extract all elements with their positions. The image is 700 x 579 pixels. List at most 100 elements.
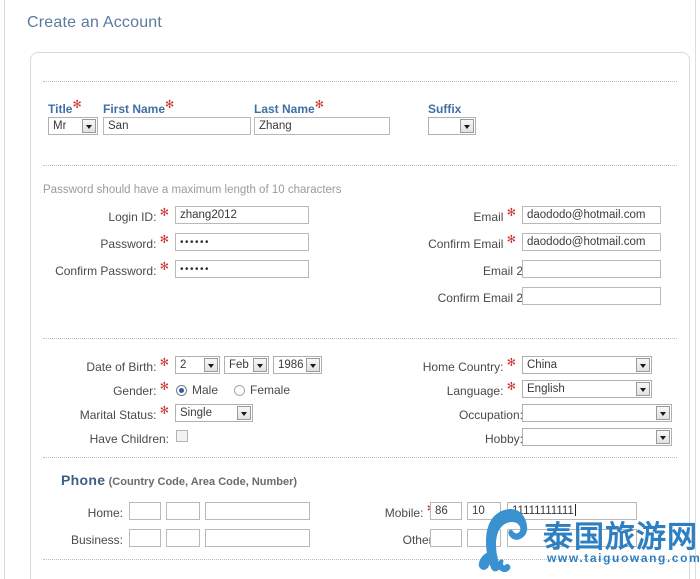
business-phone-label: Business:	[70, 533, 123, 547]
home-phone-label: Home:	[87, 506, 123, 520]
chevron-down-icon	[636, 382, 650, 396]
phone-heading-text: Phone	[61, 472, 106, 488]
language-value: English	[527, 383, 565, 395]
separator-personal-phone	[43, 457, 677, 458]
hobby-select[interactable]	[522, 428, 672, 446]
phone-section-heading: Phone (Country Code, Area Code, Number)	[61, 472, 297, 488]
other-phone-area-code-input[interactable]	[467, 529, 501, 547]
marital-status-value: Single	[180, 407, 212, 419]
form-page: Create an Account Title✻ Mr First Name✻ …	[4, 0, 700, 579]
separator-name-account	[43, 165, 677, 166]
have-children-checkbox[interactable]	[176, 430, 188, 442]
email2-label: Email 2	[482, 264, 523, 278]
home-phone-country-code-input[interactable]	[129, 502, 161, 520]
occupation-label: Occupation:	[458, 408, 523, 422]
dob-label: Date of Birth: ✻	[86, 357, 169, 375]
occupation-select[interactable]	[522, 404, 672, 422]
first-name-field-label: First Name✻	[103, 99, 175, 117]
dob-year-select[interactable]: 1986	[273, 356, 322, 374]
chevron-down-icon	[237, 406, 251, 420]
chevron-down-icon	[460, 119, 474, 133]
confirm-password-input[interactable]	[175, 260, 309, 278]
required-marker: ✻	[72, 99, 82, 111]
email-input[interactable]	[522, 206, 661, 224]
language-select[interactable]: English	[522, 380, 652, 398]
home-phone-area-code-input[interactable]	[166, 502, 200, 520]
required-marker: ✻	[506, 357, 516, 369]
required-marker: ✻	[159, 234, 169, 246]
confirm-password-label: Confirm Password: ✻	[55, 261, 169, 279]
title-select-value: Mr	[53, 120, 67, 132]
home-phone-number-input[interactable]	[205, 502, 310, 520]
chevron-down-icon	[82, 119, 96, 133]
confirm-email2-label: Confirm Email 2	[437, 291, 523, 305]
confirm-email-input[interactable]	[522, 233, 661, 251]
chevron-down-icon	[656, 430, 670, 444]
home-country-label: Home Country: ✻	[422, 357, 516, 375]
password-hint: Password should have a maximum length of…	[43, 184, 342, 196]
hobby-label: Hobby:	[484, 432, 523, 446]
required-marker: ✻	[159, 381, 169, 393]
last-name-field-label: Last Name✻	[254, 99, 324, 117]
mobile-phone-area-code-input[interactable]	[467, 502, 501, 520]
chevron-down-icon	[306, 358, 320, 372]
email-label: Email ✻	[473, 207, 516, 225]
dob-year-value: 1986	[278, 359, 304, 371]
home-country-value: China	[527, 359, 558, 371]
login-id-label: Login ID: ✻	[108, 207, 169, 225]
gender-male-radio[interactable]	[176, 385, 187, 396]
language-label: Language: ✻	[446, 381, 516, 399]
other-phone-country-code-input[interactable]	[430, 529, 462, 547]
account-form-panel: Title✻ Mr First Name✻ Last Name✻ Suffix …	[30, 52, 690, 579]
required-marker: ✻	[506, 234, 516, 246]
email2-input[interactable]	[522, 260, 661, 278]
separator-account-personal	[43, 338, 677, 339]
business-phone-number-input[interactable]	[205, 529, 310, 547]
business-phone-country-code-input[interactable]	[129, 529, 161, 547]
first-name-input[interactable]	[103, 117, 251, 135]
page-title: Create an Account	[27, 14, 163, 31]
login-id-input[interactable]	[175, 206, 309, 224]
mobile-phone-number-value: 11111111111	[512, 505, 574, 517]
marital-status-label: Marital Status: ✻	[79, 405, 169, 423]
other-phone-number-input[interactable]	[507, 529, 637, 547]
suffix-select[interactable]	[428, 117, 476, 135]
required-marker: ✻	[165, 99, 175, 111]
required-marker: ✻	[159, 261, 169, 273]
last-name-input[interactable]	[254, 117, 390, 135]
required-marker: ✻	[506, 381, 516, 393]
dob-day-value: 2	[180, 359, 187, 371]
required-marker: ✻	[314, 99, 324, 111]
have-children-label: Have Children:	[89, 432, 169, 446]
title-field-label: Title✻	[48, 99, 82, 117]
mobile-phone-number-input[interactable]: 11111111111	[507, 502, 637, 520]
chevron-down-icon	[204, 358, 218, 372]
dob-month-select[interactable]: Feb	[224, 356, 269, 374]
title-select[interactable]: Mr	[48, 117, 98, 135]
required-marker: ✻	[159, 405, 169, 417]
required-marker: ✻	[159, 357, 169, 369]
marital-status-select[interactable]: Single	[175, 404, 253, 422]
required-marker: ✻	[159, 207, 169, 219]
required-marker: ✻	[506, 207, 516, 219]
confirm-email2-input[interactable]	[522, 287, 661, 305]
chevron-down-icon	[253, 358, 267, 372]
password-input[interactable]	[175, 233, 309, 251]
suffix-field-label: Suffix	[428, 102, 462, 116]
separator-bottom	[43, 559, 677, 560]
mobile-phone-country-code-input[interactable]	[430, 502, 462, 520]
chevron-down-icon	[636, 358, 650, 372]
gender-label: Gender: ✻	[113, 381, 169, 399]
other-phone-label: Other:	[402, 533, 436, 547]
dob-month-value: Feb	[229, 359, 249, 371]
separator-top	[43, 81, 677, 82]
dob-day-select[interactable]: 2	[175, 356, 220, 374]
gender-female-radio[interactable]	[234, 385, 245, 396]
business-phone-area-code-input[interactable]	[166, 529, 200, 547]
mobile-phone-label: Mobile: ✻	[361, 504, 436, 521]
phone-heading-note: (Country Code, Area Code, Number)	[108, 476, 298, 488]
text-cursor	[574, 504, 576, 516]
chevron-down-icon	[656, 406, 670, 420]
gender-female-label: Female	[250, 383, 291, 397]
home-country-select[interactable]: China	[522, 356, 652, 374]
